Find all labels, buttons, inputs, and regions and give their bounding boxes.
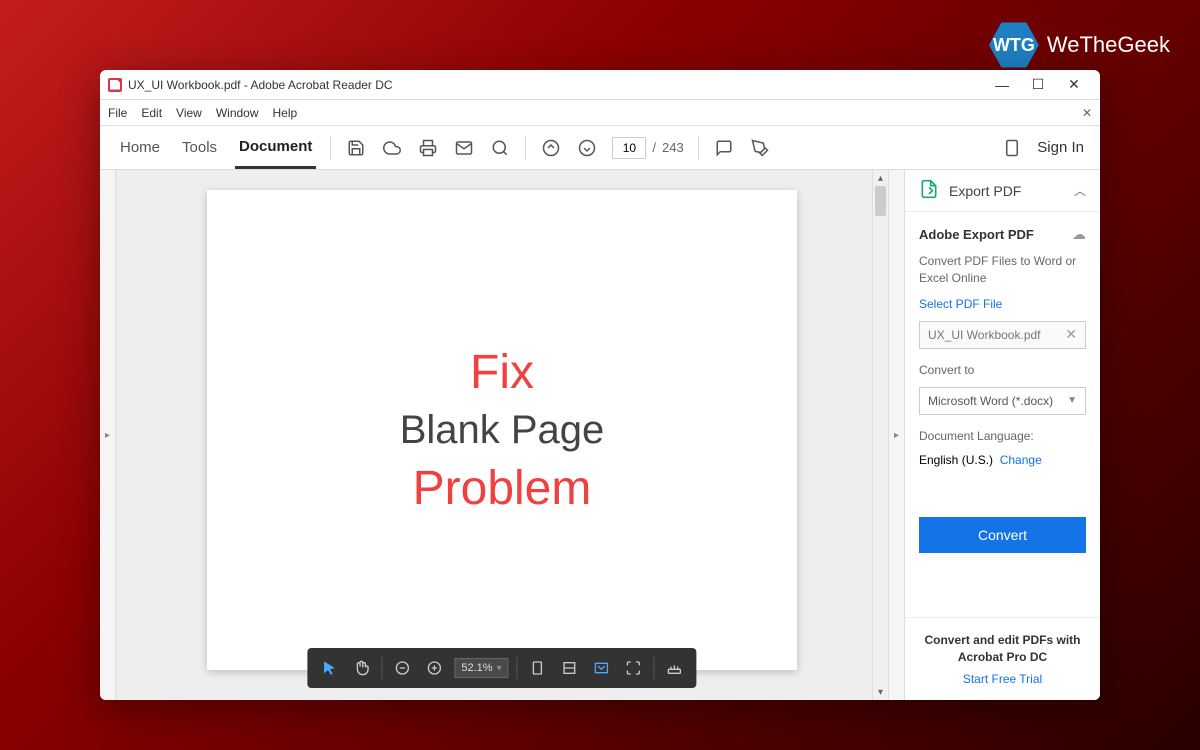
cloud-icon[interactable]	[381, 137, 403, 159]
format-value: Microsoft Word (*.docx)	[928, 394, 1053, 408]
print-icon[interactable]	[417, 137, 439, 159]
change-language-link[interactable]: Change	[1000, 453, 1042, 467]
view-controls-bar: 52.1% ▾	[307, 648, 696, 688]
panel-description: Convert PDF Files to Word or Excel Onlin…	[919, 253, 1086, 287]
panel-header-title: Export PDF	[949, 183, 1064, 199]
right-panel-toggle[interactable]: ▸	[888, 170, 904, 700]
fit-visible-icon[interactable]	[590, 656, 614, 680]
separator	[330, 136, 331, 160]
footer-title: Convert and edit PDFs with Acrobat Pro D…	[919, 632, 1086, 666]
menubar: File Edit View Window Help ✕	[100, 100, 1100, 126]
separator	[698, 136, 699, 160]
page-down-icon[interactable]	[576, 137, 598, 159]
email-icon[interactable]	[453, 137, 475, 159]
page-total: 243	[662, 140, 684, 155]
page-separator: /	[652, 140, 656, 155]
scroll-thumb[interactable]	[875, 186, 886, 216]
overlay-text-2: Blank Page	[400, 408, 605, 453]
menu-edit[interactable]: Edit	[141, 106, 162, 120]
minimize-button[interactable]: —	[984, 71, 1020, 99]
clear-file-icon[interactable]: ✕	[1065, 326, 1077, 343]
scroll-up-arrow[interactable]: ▴	[873, 170, 888, 186]
selected-file-field: UX_UI Workbook.pdf ✕	[919, 321, 1086, 349]
maximize-button[interactable]: ☐	[1020, 71, 1056, 99]
zoom-out-icon[interactable]	[390, 656, 414, 680]
fullscreen-icon[interactable]	[622, 656, 646, 680]
format-select[interactable]: Microsoft Word (*.docx) ▼	[919, 387, 1086, 415]
zoom-value: 52.1%	[461, 662, 492, 674]
separator	[525, 136, 526, 160]
tab-document[interactable]: Document	[235, 127, 316, 169]
menu-help[interactable]: Help	[273, 106, 298, 120]
pdf-file-icon	[108, 78, 122, 92]
comment-icon[interactable]	[713, 137, 735, 159]
content-area: ▸ Fix Blank Page Problem ▴ ▾ 52.1% ▾	[100, 170, 1100, 700]
brand-name: WeTheGeek	[1047, 32, 1170, 58]
select-file-link[interactable]: Select PDF File	[919, 297, 1086, 311]
cloud-sync-icon[interactable]: ☁	[1072, 226, 1086, 243]
brand-logo-area: WTG WeTheGeek	[989, 20, 1170, 70]
search-icon[interactable]	[489, 137, 511, 159]
close-document-button[interactable]: ✕	[1082, 106, 1092, 120]
panel-header[interactable]: Export PDF ︿	[905, 170, 1100, 212]
menu-file[interactable]: File	[108, 106, 127, 120]
highlight-icon[interactable]	[749, 137, 771, 159]
hand-tool-icon[interactable]	[349, 656, 373, 680]
page-indicator: / 243	[612, 137, 683, 159]
save-icon[interactable]	[345, 137, 367, 159]
fit-page-icon[interactable]	[526, 656, 550, 680]
separator	[381, 657, 382, 679]
separator	[654, 657, 655, 679]
selected-file-name: UX_UI Workbook.pdf	[928, 328, 1041, 342]
window-title: UX_UI Workbook.pdf - Adobe Acrobat Reade…	[128, 78, 984, 92]
fit-width-icon[interactable]	[558, 656, 582, 680]
language-value: English (U.S.)	[919, 453, 993, 467]
panel-title: Adobe Export PDF	[919, 227, 1034, 242]
document-viewport[interactable]: Fix Blank Page Problem ▴ ▾ 52.1% ▾	[116, 170, 888, 700]
brand-hex-icon: WTG	[989, 20, 1039, 70]
zoom-select[interactable]: 52.1% ▾	[454, 658, 508, 678]
overlay-text-3: Problem	[413, 461, 592, 516]
scroll-down-arrow[interactable]: ▾	[873, 684, 888, 700]
menu-window[interactable]: Window	[216, 106, 259, 120]
panel-body: Adobe Export PDF ☁ Convert PDF Files to …	[905, 212, 1100, 617]
app-window: UX_UI Workbook.pdf - Adobe Acrobat Reade…	[100, 70, 1100, 700]
left-panel-toggle[interactable]: ▸	[100, 170, 116, 700]
titlebar: UX_UI Workbook.pdf - Adobe Acrobat Reade…	[100, 70, 1100, 100]
overlay-text-1: Fix	[470, 345, 534, 400]
close-window-button[interactable]: ✕	[1056, 71, 1092, 99]
toolbar: Home Tools Document / 243 Sign In	[100, 126, 1100, 170]
menu-view[interactable]: View	[176, 106, 202, 120]
mobile-icon[interactable]	[1001, 137, 1023, 159]
chevron-up-icon[interactable]: ︿	[1074, 182, 1086, 199]
convert-to-label: Convert to	[919, 363, 1086, 377]
convert-button[interactable]: Convert	[919, 517, 1086, 553]
tab-home[interactable]: Home	[116, 128, 164, 167]
select-tool-icon[interactable]	[317, 656, 341, 680]
more-tools-icon[interactable]	[663, 656, 687, 680]
separator	[517, 657, 518, 679]
page-number-input[interactable]	[612, 137, 646, 159]
tab-tools[interactable]: Tools	[178, 128, 221, 167]
zoom-in-icon[interactable]	[422, 656, 446, 680]
page-up-icon[interactable]	[540, 137, 562, 159]
panel-footer: Convert and edit PDFs with Acrobat Pro D…	[905, 617, 1100, 700]
start-trial-link[interactable]: Start Free Trial	[919, 672, 1086, 686]
vertical-scrollbar[interactable]: ▴ ▾	[872, 170, 888, 700]
chevron-down-icon: ▾	[497, 663, 502, 674]
export-pdf-icon	[919, 179, 939, 202]
sign-in-button[interactable]: Sign In	[1037, 139, 1084, 156]
chevron-down-icon: ▼	[1067, 395, 1077, 406]
document-page: Fix Blank Page Problem	[207, 190, 797, 670]
language-label: Document Language:	[919, 429, 1086, 443]
export-panel: Export PDF ︿ Adobe Export PDF ☁ Convert …	[904, 170, 1100, 700]
